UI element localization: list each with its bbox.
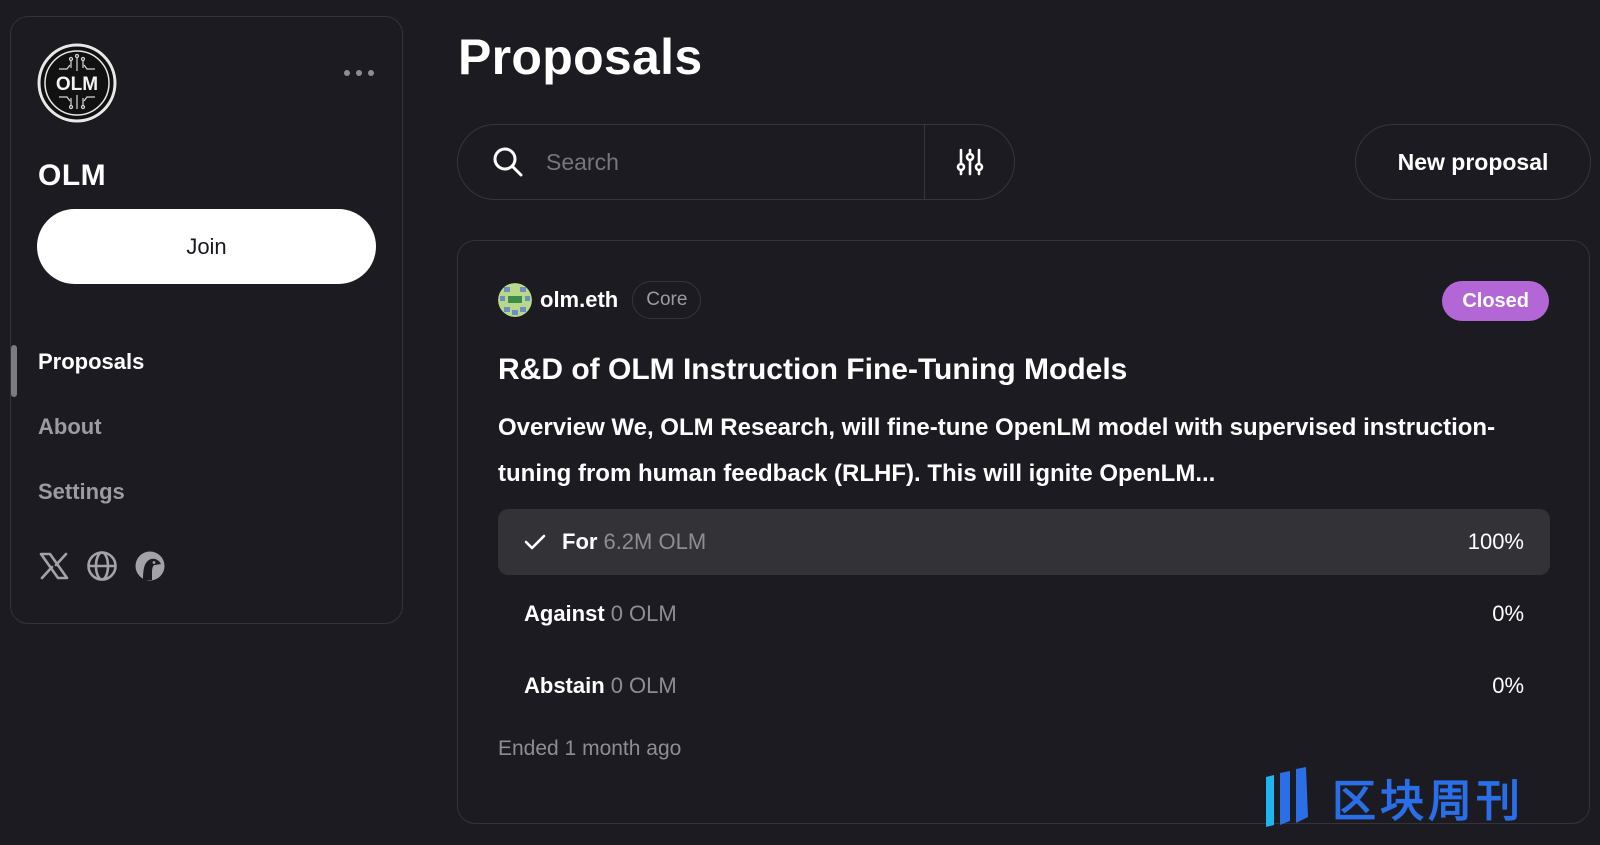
watermark-logo-icon <box>1266 767 1308 827</box>
check-icon <box>524 533 550 551</box>
search-bar <box>457 124 1015 200</box>
choice-percent: 100% <box>1467 529 1524 554</box>
author-row: olm.eth Core <box>498 281 702 319</box>
page-title: Proposals <box>458 29 703 85</box>
logo-text: OLM <box>56 74 98 95</box>
sidebar-item-about[interactable]: About <box>11 394 402 459</box>
globe-icon[interactable] <box>85 549 119 583</box>
status-badge: Closed <box>1442 281 1549 321</box>
author-role-badge: Core <box>632 281 702 319</box>
social-links <box>37 549 167 583</box>
author-name[interactable]: olm.eth <box>540 287 618 313</box>
sliders-icon <box>956 148 983 176</box>
filter-button[interactable] <box>924 125 1014 199</box>
choice-score: 6.2M OLM <box>603 529 707 554</box>
dot <box>356 70 362 76</box>
search-icon <box>458 125 546 199</box>
sidebar-item-label: Proposals <box>38 348 145 374</box>
github-icon[interactable] <box>133 549 167 583</box>
proposal-title[interactable]: R&D of OLM Instruction Fine-Tuning Model… <box>498 353 1127 387</box>
vote-results: For 6.2M OLM 100% Against 0 OLM 0% Absta… <box>498 509 1550 725</box>
choice-score: 0 OLM <box>610 673 677 698</box>
active-indicator <box>11 345 17 397</box>
result-row-abstain: Abstain 0 OLM 0% <box>498 653 1550 719</box>
search-input[interactable] <box>546 125 924 199</box>
x-twitter-icon[interactable] <box>37 549 71 583</box>
choice-percent: 0% <box>1492 601 1524 626</box>
choice-label: For <box>562 529 598 554</box>
sidebar-item-label: About <box>38 413 102 439</box>
dot <box>344 70 350 76</box>
new-proposal-button[interactable]: New proposal <box>1355 124 1591 200</box>
page: OLM OLM Join Proposals About Settings Pr… <box>0 0 1600 845</box>
sidebar-item-proposals[interactable]: Proposals <box>11 329 402 397</box>
choice-score: 0 OLM <box>610 601 677 626</box>
more-options-button[interactable] <box>344 65 374 81</box>
result-row-for: For 6.2M OLM 100% <box>498 509 1550 575</box>
watermark-text: 区块周刊 <box>1332 776 1524 827</box>
proposal-card[interactable]: olm.eth Core Closed R&D of OLM Instructi… <box>457 240 1590 824</box>
space-logo[interactable]: OLM <box>37 43 117 123</box>
result-row-against: Against 0 OLM 0% <box>498 581 1550 647</box>
sidebar-item-settings[interactable]: Settings <box>11 459 402 524</box>
author-avatar[interactable] <box>498 283 532 317</box>
choice-label: Abstain <box>524 673 605 698</box>
sidebar-nav: Proposals About Settings <box>11 329 402 524</box>
space-name: OLM <box>38 159 107 192</box>
join-button[interactable]: Join <box>37 209 376 284</box>
olm-logo-icon: OLM <box>37 43 117 123</box>
sidebar: OLM OLM Join Proposals About Settings <box>10 16 403 624</box>
proposal-body: Overview We, OLM Research, will fine-tun… <box>498 414 1496 487</box>
choice-percent: 0% <box>1492 673 1524 698</box>
sidebar-item-label: Settings <box>38 478 125 504</box>
dot <box>368 70 374 76</box>
ended-timestamp: Ended 1 month ago <box>498 737 682 760</box>
choice-label: Against <box>524 601 605 626</box>
watermark: 区块周刊 <box>1264 765 1524 829</box>
